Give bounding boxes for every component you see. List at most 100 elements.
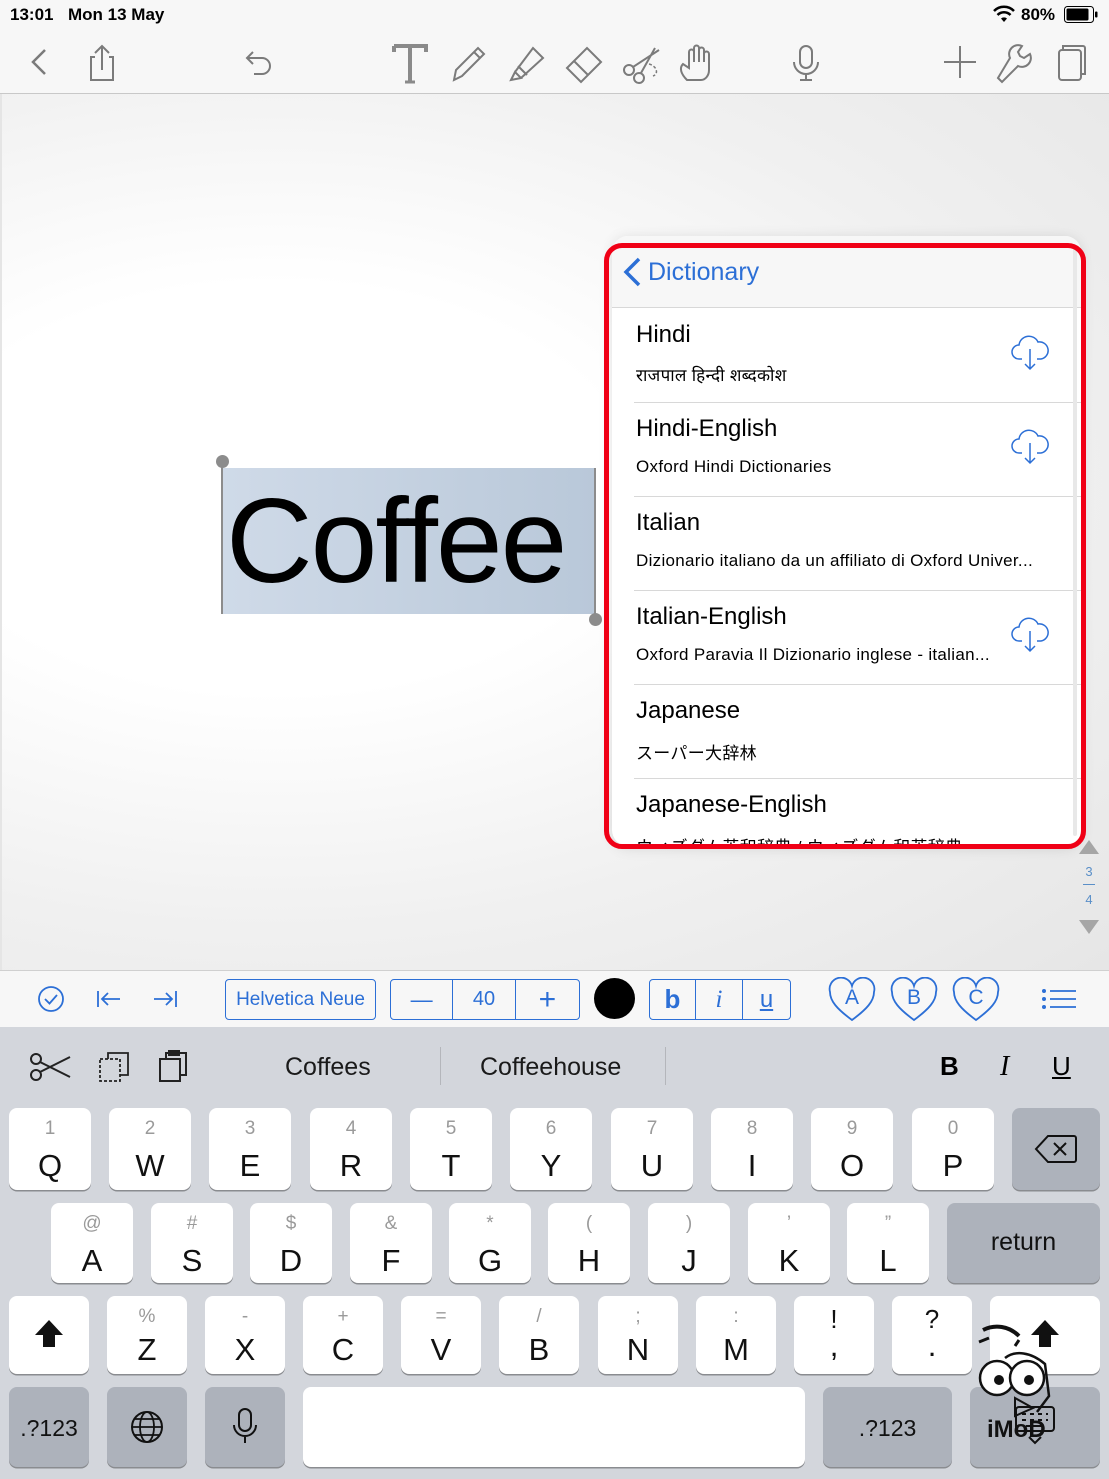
back-chevron-icon[interactable] (16, 38, 64, 86)
dictation-key[interactable] (205, 1387, 285, 1467)
font-picker-button[interactable]: Helvetica Neue (225, 979, 376, 1020)
indent-icon[interactable] (150, 983, 182, 1015)
key-l[interactable]: ” L (847, 1203, 929, 1283)
pen-icon[interactable] (444, 38, 492, 86)
paste-icon[interactable] (152, 1049, 196, 1085)
text-tool-icon[interactable] (386, 38, 434, 86)
share-icon[interactable] (78, 38, 126, 86)
shift-key-left[interactable] (9, 1296, 89, 1374)
key-p[interactable]: 0P (912, 1108, 994, 1190)
numbers-label: .?123 (858, 1415, 917, 1441)
hide-keyboard-key[interactable] (970, 1387, 1100, 1467)
key-u[interactable]: 7U (611, 1108, 693, 1190)
bold-toggle[interactable]: b (650, 980, 696, 1019)
dictionary-item-italian-english[interactable]: Italian-English Oxford Paravia Il Dizion… (634, 591, 1081, 685)
key-y[interactable]: 6Y (510, 1108, 592, 1190)
key-n[interactable]: ; N (598, 1296, 678, 1374)
dictionary-item-subtitle: राजपाल हिन्दी शब्दकोश (636, 366, 787, 385)
selection-handle-start[interactable] (216, 455, 229, 468)
popover-scrollbar[interactable] (1073, 246, 1077, 836)
italic-toggle[interactable]: i (696, 980, 743, 1019)
list-icon[interactable] (1040, 983, 1078, 1015)
microphone-icon[interactable] (782, 38, 830, 86)
key-q[interactable]: 1Q (9, 1108, 91, 1190)
style-preset-a[interactable]: A (827, 977, 877, 1023)
key-f[interactable]: & F (350, 1203, 432, 1283)
key-v[interactable]: = V (401, 1296, 481, 1374)
key-a[interactable]: @ A (51, 1203, 133, 1283)
key-period[interactable]: ?. (892, 1296, 972, 1374)
add-icon[interactable] (936, 38, 984, 86)
wrench-icon[interactable] (990, 38, 1038, 86)
numbers-key-left[interactable]: .?123 (9, 1387, 89, 1467)
key-r[interactable]: 4R (310, 1108, 392, 1190)
page-down-icon[interactable] (1079, 920, 1099, 934)
dictionary-item-name: Japanese-English (636, 791, 827, 818)
cut-icon[interactable] (28, 1049, 72, 1085)
dictionary-back-button[interactable]: Dictionary (622, 256, 759, 288)
eraser-icon[interactable] (559, 38, 607, 86)
key-g[interactable]: * G (449, 1203, 531, 1283)
font-size-value[interactable]: 40 (453, 980, 516, 1019)
space-key[interactable] (303, 1387, 805, 1467)
keyboard-bold-button[interactable]: B (940, 1051, 959, 1082)
dictionary-item-hindi-english[interactable]: Hindi-English Oxford Hindi Dictionaries (634, 403, 1081, 497)
keyboard-italic-button[interactable]: I (1000, 1051, 1009, 1083)
undo-icon[interactable] (232, 38, 280, 86)
key-h[interactable]: (H (548, 1203, 630, 1283)
key-j[interactable]: ) J (648, 1203, 730, 1283)
key-comma[interactable]: !, (794, 1296, 874, 1374)
dictionary-item-name: Italian (636, 509, 701, 536)
text-color-button[interactable] (594, 978, 635, 1019)
selection-handle-end[interactable] (589, 613, 602, 626)
cloud-download-icon[interactable] (1010, 613, 1050, 653)
suggestion-1[interactable]: Coffees (285, 1053, 371, 1082)
page-view-icon[interactable] (1047, 38, 1095, 86)
outdent-icon[interactable] (92, 983, 124, 1015)
style-preset-b[interactable]: B (889, 977, 939, 1023)
key-t[interactable]: 5T (410, 1108, 492, 1190)
page-divider (1083, 884, 1095, 885)
dictionary-item-subtitle: Oxford Paravia Il Dizionario inglese - i… (636, 645, 990, 664)
key-z[interactable]: % Z (107, 1296, 187, 1374)
shift-key-right[interactable] (990, 1296, 1100, 1374)
numbers-key-right[interactable]: .?123 (823, 1387, 952, 1467)
key-w[interactable]: 2W (109, 1108, 191, 1190)
dictionary-item-japanese[interactable]: Japanese スーパー大辞林 (634, 685, 1081, 779)
cloud-download-icon[interactable] (1010, 331, 1050, 371)
key-m[interactable]: :M (696, 1296, 776, 1374)
dictionary-item-italian[interactable]: Italian Dizionario italiano da un affili… (634, 497, 1081, 591)
key-secondary: 6 (545, 1118, 557, 1139)
lasso-scissors-icon[interactable] (617, 38, 665, 86)
keyboard-underline-button[interactable]: U (1052, 1051, 1071, 1082)
highlighter-icon[interactable] (501, 38, 549, 86)
key-s[interactable]: # S (151, 1203, 233, 1283)
globe-key[interactable] (107, 1387, 187, 1467)
style-preset-label: C (968, 986, 984, 1009)
key-e[interactable]: 3E (209, 1108, 291, 1190)
suggestion-2[interactable]: Coffeehouse (480, 1053, 621, 1082)
key-x[interactable]: -X (205, 1296, 285, 1374)
hand-icon[interactable] (673, 38, 721, 86)
return-key[interactable]: return (947, 1203, 1100, 1283)
cloud-download-icon[interactable] (1010, 425, 1050, 465)
delete-key[interactable] (1012, 1108, 1100, 1190)
page-up-icon[interactable] (1079, 840, 1099, 854)
dictionary-item-hindi[interactable]: Hindi राजपाल हिन्दी शब्दकोश (634, 309, 1081, 403)
font-size-increase-button[interactable]: + (516, 980, 579, 1019)
dictionary-item-japanese-english[interactable]: Japanese-English ウィズダム英和辞典 / ウィズダム和英辞典 (634, 779, 1081, 846)
globe-icon (131, 1411, 163, 1443)
style-preset-c[interactable]: C (951, 977, 1001, 1023)
font-size-decrease-button[interactable]: — (391, 980, 454, 1019)
checkmark-circle-icon[interactable] (35, 983, 67, 1015)
underline-toggle[interactable]: u (743, 980, 790, 1019)
selected-text[interactable]: Coffee (226, 468, 606, 614)
key-b[interactable]: / B (499, 1296, 579, 1374)
copy-icon[interactable] (92, 1049, 136, 1085)
key-i[interactable]: 8I (711, 1108, 793, 1190)
key-o[interactable]: 9O (811, 1108, 893, 1190)
key-secondary: ’ (786, 1213, 792, 1234)
key-d[interactable]: $ D (250, 1203, 332, 1283)
key-c[interactable]: + C (303, 1296, 383, 1374)
key-k[interactable]: ’ K (748, 1203, 830, 1283)
